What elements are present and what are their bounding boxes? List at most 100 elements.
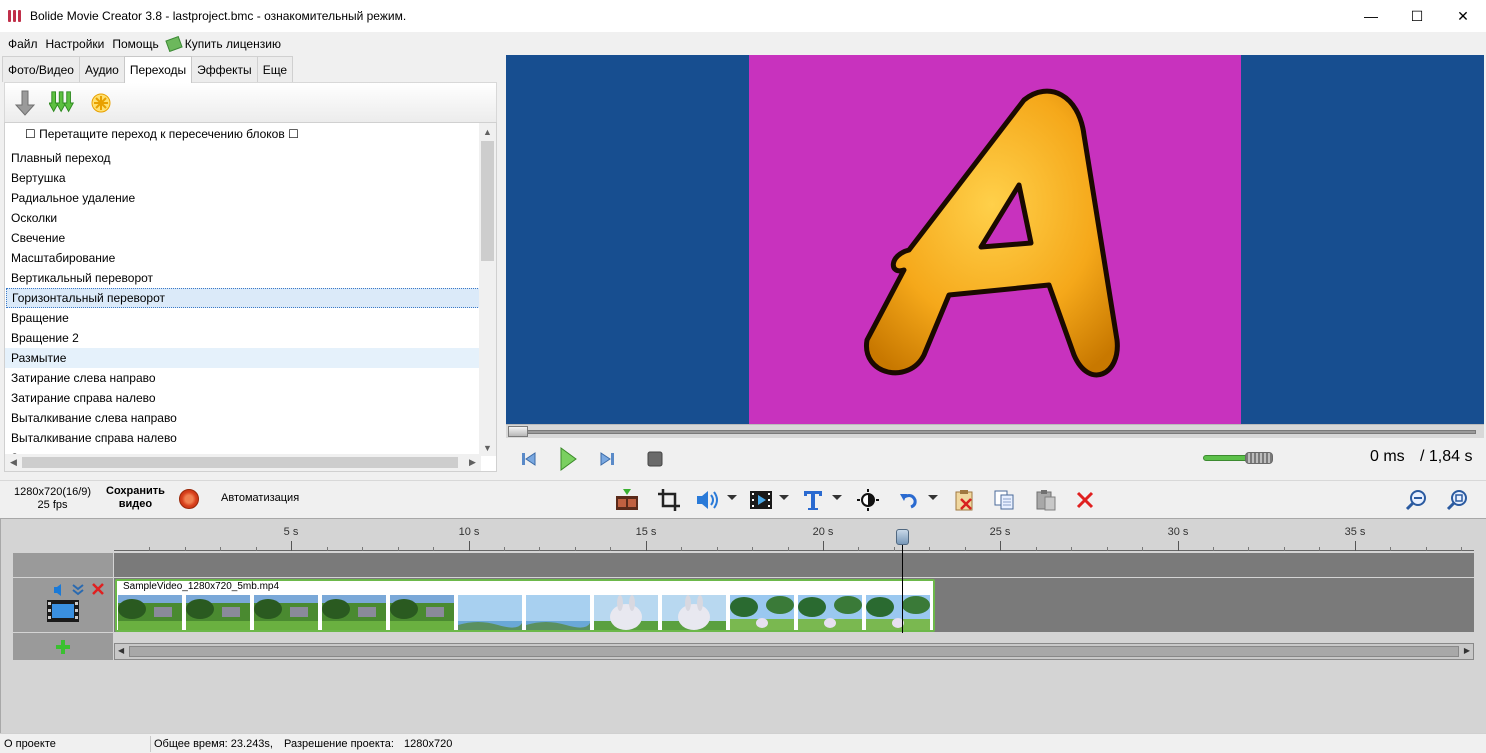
prev-frame-icon[interactable] [518, 448, 540, 470]
automation-button[interactable]: Автоматизация [221, 492, 299, 504]
ruler-tick [788, 547, 789, 551]
playhead-handle[interactable] [896, 529, 909, 545]
crop-icon[interactable] [656, 488, 682, 512]
zoom-fit-icon[interactable] [1444, 488, 1470, 512]
menu-settings[interactable]: Настройки [42, 37, 109, 51]
speaker-icon[interactable] [53, 583, 67, 600]
ruler-tick-label: 30 s [1167, 526, 1189, 538]
audio-dropdown-icon[interactable] [727, 495, 737, 500]
menu-file[interactable]: Файл [4, 37, 42, 51]
zoom-out-icon[interactable] [1403, 488, 1429, 512]
transition-item[interactable]: Свечение [5, 228, 481, 248]
close-button[interactable]: ✕ [1440, 0, 1486, 32]
tab-effects[interactable]: Эффекты [191, 56, 258, 82]
play-icon[interactable] [557, 447, 579, 471]
menu-help[interactable]: Помощь [108, 37, 162, 51]
tab-audio[interactable]: Аудио [78, 56, 125, 82]
ruler-tick-label: 10 s [458, 526, 480, 538]
transition-item[interactable]: Горизонтальный переворот [6, 288, 480, 308]
video-clip-icon[interactable] [748, 488, 774, 512]
clip-thumbnail [118, 595, 182, 630]
save-label-2: видео [118, 498, 153, 510]
tab-transitions[interactable]: Переходы [123, 56, 193, 83]
transition-item[interactable]: Осколки [5, 208, 481, 228]
time-ruler[interactable]: 5 s 10 s 15 s 20 s 25 s 30 s 35 s [114, 521, 1474, 551]
brightness-icon[interactable] [855, 488, 881, 512]
text-tool-icon[interactable] [800, 488, 826, 512]
clip-thumbnail [662, 595, 726, 630]
record-icon[interactable] [179, 489, 199, 509]
split-clip-icon[interactable] [614, 488, 640, 512]
money-icon [165, 35, 183, 53]
transition-item[interactable]: Вращение 2 [5, 328, 481, 348]
tab-photo-video[interactable]: Фото/Видео [2, 56, 80, 82]
undo-dropdown-icon[interactable] [928, 495, 938, 500]
scroll-up-icon[interactable]: ▲ [479, 123, 496, 140]
tl-scroll-thumb[interactable] [129, 646, 1459, 657]
ruler-tick [1071, 547, 1072, 551]
maximize-button[interactable]: ☐ [1394, 0, 1440, 32]
transition-item[interactable]: Вертикальный переворот [5, 268, 481, 288]
video-preview[interactable]: A [506, 55, 1484, 425]
ruler-tick [220, 547, 221, 551]
audio-volume-icon[interactable] [694, 488, 720, 512]
transition-item[interactable]: Вращение [5, 308, 481, 328]
about-project[interactable]: О проекте [4, 738, 56, 750]
transition-item[interactable]: Выталкивание справа налево [5, 428, 481, 448]
letter-a-graphic: A [864, 88, 1120, 378]
add-track-icon[interactable] [55, 639, 71, 658]
menu-buy-license[interactable]: Купить лицензию [163, 35, 285, 53]
delete-icon[interactable] [1072, 488, 1098, 512]
remove-track-icon[interactable] [92, 583, 104, 598]
volume-slider[interactable] [1203, 452, 1275, 464]
transition-item[interactable]: Выталкивание слева направо [5, 408, 481, 428]
transition-item[interactable]: Вертушка [5, 168, 481, 188]
scroll-right-icon[interactable]: ▶ [464, 454, 481, 471]
seek-bar[interactable] [506, 424, 1484, 438]
seek-track[interactable] [510, 430, 1476, 434]
transitions-toolbar [4, 82, 497, 122]
player-controls: 0 ms / 1,84 s [506, 440, 1484, 476]
transition-item[interactable]: Затирание справа налево [5, 388, 481, 408]
minimize-button[interactable]: — [1348, 0, 1394, 32]
stop-icon[interactable] [644, 448, 666, 470]
vertical-scrollbar[interactable]: ▲ ▼ [479, 123, 496, 456]
hscroll-thumb[interactable] [22, 457, 458, 468]
video-dropdown-icon[interactable] [779, 495, 789, 500]
timeline[interactable]: 5 s 10 s 15 s 20 s 25 s 30 s 35 s SampleVideo_… [0, 518, 1486, 733]
transition-item[interactable]: Размытие [5, 348, 481, 368]
scroll-down-icon[interactable]: ▼ [479, 439, 496, 456]
next-frame-icon[interactable] [596, 448, 618, 470]
scroll-left-icon[interactable]: ◀ [5, 454, 22, 471]
paste-icon[interactable] [1033, 488, 1059, 512]
apply-all-arrows-icon[interactable] [49, 89, 77, 117]
ruler-tick [681, 547, 682, 551]
transitions-list-panel: ☐ Перетащите переход к пересечению блоко… [4, 122, 497, 472]
save-video-button[interactable]: Сохранить видео [106, 485, 165, 511]
transition-item[interactable]: Масштабирование [5, 248, 481, 268]
overlay-track[interactable] [114, 553, 1474, 577]
seek-thumb[interactable] [508, 426, 528, 437]
video-clip[interactable]: SampleVideo_1280x720_5mb.mp4 [115, 579, 935, 632]
scroll-thumb[interactable] [481, 141, 494, 261]
volume-thumb[interactable] [1245, 452, 1273, 464]
delete-clipboard-icon[interactable] [951, 488, 977, 512]
text-dropdown-icon[interactable] [832, 495, 842, 500]
transition-item[interactable]: Затирание слева направо [5, 368, 481, 388]
project-info[interactable]: 1280x720(16/9) 25 fps [14, 486, 91, 512]
ruler-tick [965, 547, 966, 551]
random-transition-icon[interactable] [87, 89, 115, 117]
transition-item[interactable]: Радиальное удаление [5, 188, 481, 208]
transition-item[interactable]: Плавный переход [5, 148, 481, 168]
copy-icon[interactable] [991, 488, 1017, 512]
preview-canvas: A [749, 55, 1241, 425]
video-track[interactable]: SampleVideo_1280x720_5mb.mp4 [114, 578, 1474, 632]
timeline-hscrollbar[interactable]: ◀ ▶ [114, 643, 1474, 660]
tl-scroll-right-icon[interactable]: ▶ [1464, 646, 1470, 655]
undo-icon[interactable] [896, 488, 922, 512]
tab-more[interactable]: Еще [256, 56, 294, 82]
tl-scroll-left-icon[interactable]: ◀ [118, 646, 124, 655]
horizontal-scrollbar[interactable]: ◀ ▶ [5, 454, 481, 471]
arrow-down-gray-icon[interactable] [11, 89, 39, 117]
collapse-icon[interactable] [71, 583, 85, 600]
